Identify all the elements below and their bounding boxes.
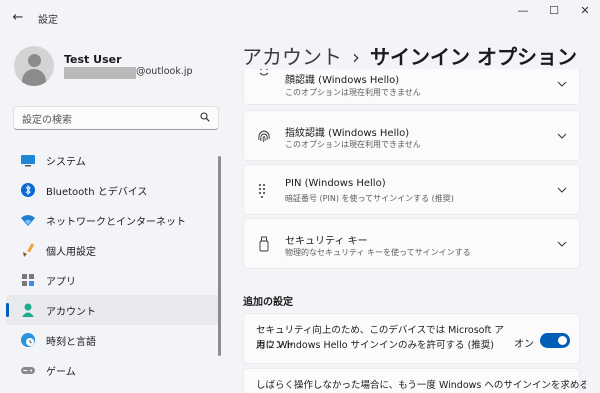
chevron-down-icon (557, 241, 567, 247)
setting-hello-only: セキュリティ向上のため、このデバイスでは Microsoft アカウント 用に … (243, 313, 580, 364)
sidebar-item-bluetooth[interactable]: Bluetooth とデバイス (6, 175, 220, 205)
option-pin[interactable]: PIN (Windows Hello) 暗証番号 (PIN) を使ってサインイン… (243, 164, 580, 215)
close-button[interactable]: ✕ (570, 3, 600, 19)
brush-icon (23, 243, 34, 257)
option-fingerprint[interactable]: 指紋認識 (Windows Hello) このオプションは現在利用できません (243, 110, 580, 161)
chevron-down-icon (557, 81, 567, 87)
setting-require-signin[interactable]: しばらく操作しなかった場合に、もう一度 Windows へのサインインを求めるタ (243, 368, 586, 393)
person-icon (22, 303, 34, 317)
sidebar-item-personalization[interactable]: 個人用設定 (6, 235, 220, 265)
globe-clock-icon (21, 333, 35, 347)
profile-email: @outlook.jp (136, 66, 193, 77)
sidebar-item-gaming[interactable]: ゲーム (6, 355, 220, 385)
hello-only-line2: 用に Windows Hello サインインのみを許可する (推奨) (256, 340, 494, 351)
section-heading-additional: 追加の設定 (243, 297, 293, 308)
email-redaction (64, 67, 136, 79)
sidebar-item-network[interactable]: ネットワークとインターネット (6, 205, 220, 235)
sidebar-scrollbar[interactable] (218, 156, 221, 356)
gamepad-icon (21, 367, 35, 374)
hello-only-toggle[interactable] (540, 333, 570, 348)
search-input[interactable]: 設定の検索 (13, 106, 219, 130)
monitor-icon (21, 155, 35, 167)
maximize-button[interactable]: ☐ (539, 3, 569, 19)
pin-keypad-icon (259, 184, 265, 198)
sidebar-item-time-language[interactable]: 時刻と言語 (6, 325, 220, 355)
search-icon (200, 112, 210, 122)
avatar[interactable] (14, 46, 54, 86)
sidebar-item-apps[interactable]: アプリ (6, 265, 220, 295)
chevron-down-icon (557, 187, 567, 193)
toggle-state-label: オン (514, 339, 534, 350)
search-placeholder: 設定の検索 (22, 115, 72, 126)
sidebar-item-accounts[interactable]: アカウント (6, 295, 220, 325)
require-signin-text: しばらく操作しなかった場合に、もう一度 Windows へのサインインを求めるタ (256, 380, 586, 391)
usb-key-icon (259, 236, 269, 252)
title-bar: ← 設定 — ☐ ✕ (0, 0, 600, 36)
wifi-icon (21, 215, 35, 226)
apps-icon (22, 274, 34, 286)
page-title-overlay: アカウント › サインイン オプション (242, 45, 577, 69)
selected-indicator (6, 303, 9, 317)
option-security-key[interactable]: セキュリティ キー 物理的なセキュリティ キーを使ってサインインする (243, 218, 580, 269)
app-title: 設定 (38, 15, 58, 26)
sidebar-nav: システム Bluetooth とデバイス ネットワークとインターネット 個人用設… (6, 145, 220, 385)
profile-name: Test User (64, 53, 122, 66)
chevron-down-icon (557, 133, 567, 139)
bluetooth-icon (21, 183, 35, 197)
fingerprint-icon (258, 130, 270, 143)
sidebar-item-system[interactable]: システム (6, 145, 220, 175)
back-button[interactable]: ← (8, 8, 28, 28)
minimize-button[interactable]: — (508, 3, 538, 19)
